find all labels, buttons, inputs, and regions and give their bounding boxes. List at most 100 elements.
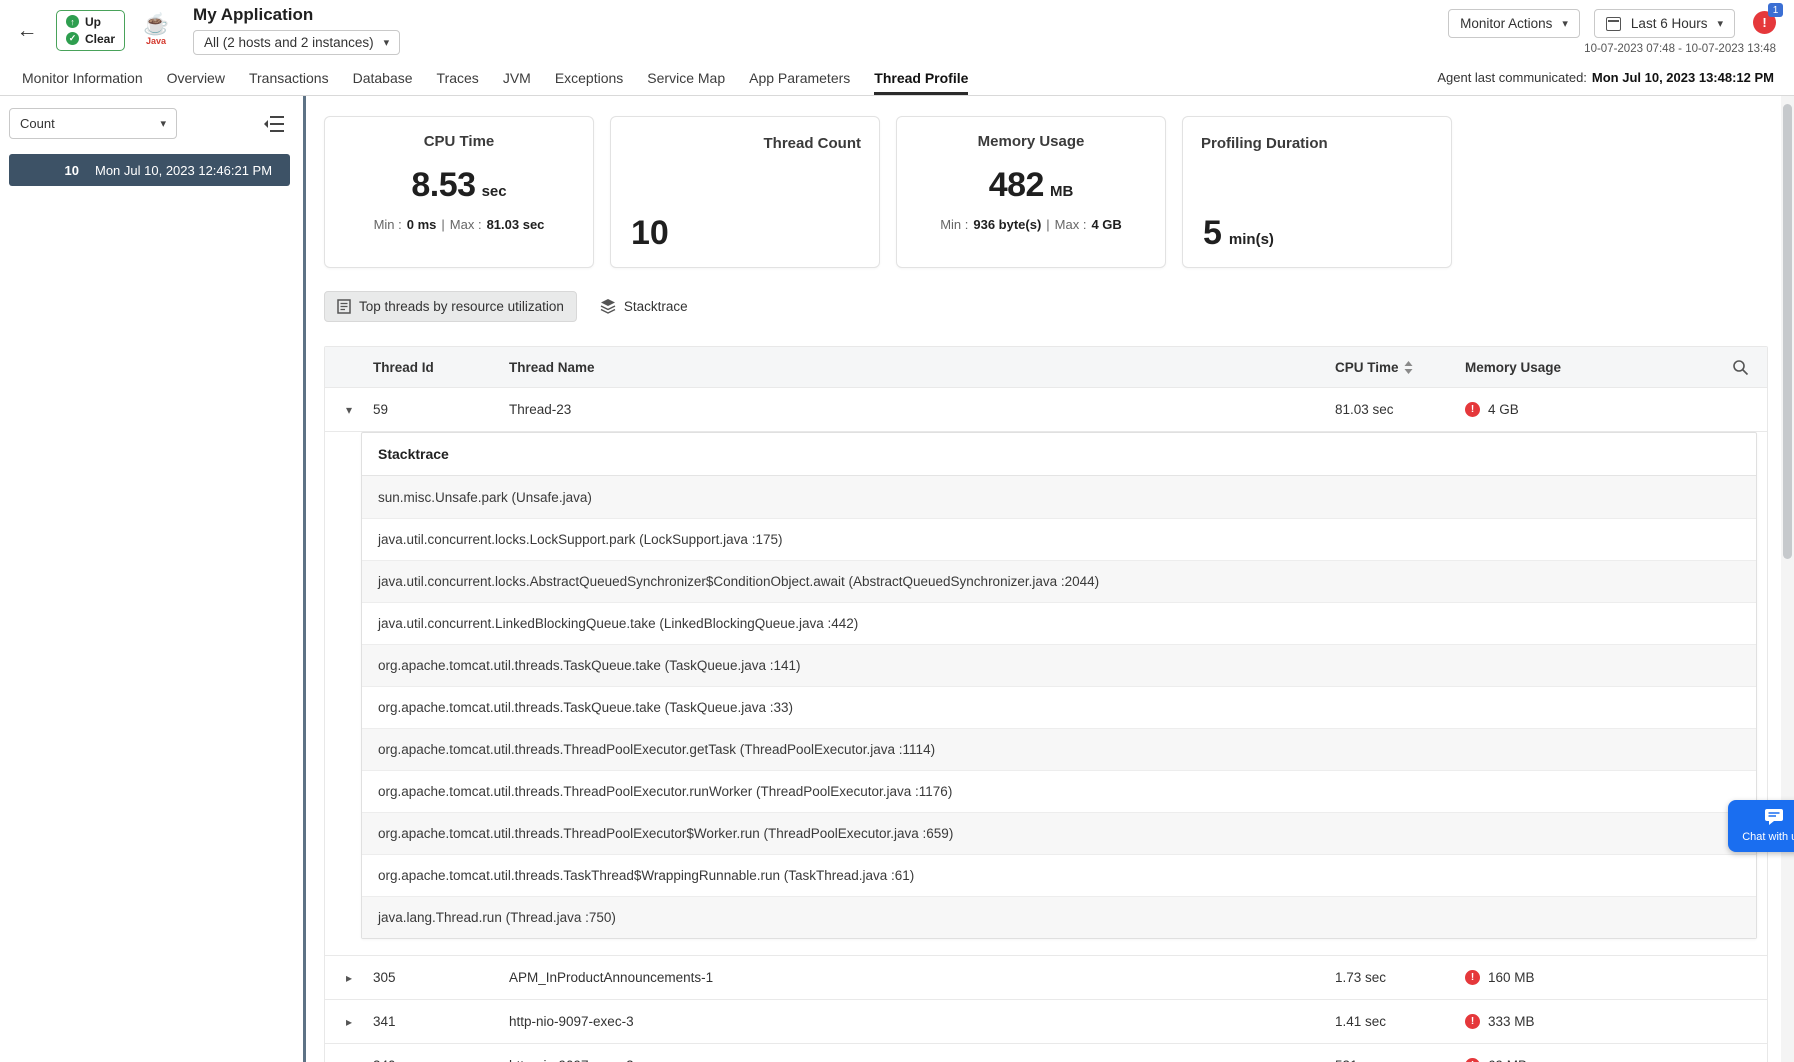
stacktrace-toggle-label: Stacktrace <box>623 298 688 314</box>
stacktrace-title: Stacktrace <box>362 433 1756 476</box>
thread-row-340[interactable]: ▸ 340 http-nio-9097-exec-2 531 ms ! 69 M… <box>325 1043 1767 1062</box>
memory-usage-card: Memory Usage 482 MB Min :936 byte(s) | M… <box>896 116 1166 268</box>
topbar: ← ↑ Up ✓ Clear ☕ Java My Application All… <box>0 0 1794 60</box>
thread-cpu-time: 1.73 sec <box>1335 970 1387 985</box>
stat-cards: CPU Time 8.53 sec Min :0 ms | Max :81.03… <box>324 116 1768 268</box>
stacktrace-toggle-button[interactable]: Stacktrace <box>587 290 701 322</box>
list-icon <box>337 298 351 314</box>
monitor-actions-dropdown[interactable]: Monitor Actions ▾ <box>1448 9 1580 38</box>
chevron-down-icon: ▾ <box>160 118 166 130</box>
cpu-time-card: CPU Time 8.53 sec Min :0 ms | Max :81.03… <box>324 116 594 268</box>
stack-frame: java.lang.Thread.run (Thread.java :750) <box>362 896 1756 938</box>
thread-cpu-time: 81.03 sec <box>1335 402 1394 417</box>
time-range-dropdown[interactable]: Last 6 Hours ▾ <box>1593 9 1735 38</box>
profiling-duration-unit: min(s) <box>1228 231 1274 248</box>
page-scrollbar-track[interactable] <box>1781 96 1794 1062</box>
stack-frame: org.apache.tomcat.util.threads.ThreadPoo… <box>362 728 1756 770</box>
thread-row-59[interactable]: ▾ 59 Thread-23 81.03 sec ! 4 GB <box>325 387 1767 431</box>
sort-icon[interactable] <box>1404 360 1413 374</box>
stack-frame: org.apache.tomcat.util.threads.TaskQueue… <box>362 644 1756 686</box>
topbar-right: Monitor Actions ▾ Last 6 Hours ▾ ! 1 10-… <box>1448 3 1783 55</box>
main-content: CPU Time 8.53 sec Min :0 ms | Max :81.03… <box>306 96 1794 1062</box>
collapse-sidebar-icon[interactable] <box>261 113 287 135</box>
profile-snapshot-item[interactable]: 10 Mon Jul 10, 2023 12:46:21 PM <box>9 154 290 186</box>
alerts-control: ! 1 <box>1753 3 1783 34</box>
search-icon[interactable] <box>1732 359 1749 376</box>
content: Count ▾ 10 Mon Jul 10, 2023 12:46:21 PM … <box>0 96 1794 1062</box>
stack-frame: java.util.concurrent.LinkedBlockingQueue… <box>362 602 1756 644</box>
time-range-value: Last 6 Hours <box>1630 16 1708 31</box>
memory-usage-value: 482 <box>988 166 1045 204</box>
expand-row-icon[interactable]: ▸ <box>325 1059 373 1062</box>
status-clear: ✓ Clear <box>66 32 115 46</box>
stack-frame: sun.misc.Unsafe.park (Unsafe.java) <box>362 476 1756 518</box>
cpu-time-value: 8.53 <box>411 166 476 204</box>
back-button[interactable]: ← <box>10 13 44 47</box>
top-threads-toggle-button[interactable]: Top threads by resource utilization <box>324 290 577 322</box>
profiling-duration-value: 5 <box>1203 214 1222 252</box>
top-threads-toggle-label: Top threads by resource utilization <box>359 298 564 314</box>
col-memory-usage: Memory Usage <box>1465 359 1562 375</box>
thread-count-value: 10 <box>631 214 669 252</box>
col-thread-id: Thread Id <box>373 359 434 375</box>
thread-memory: ! 4 GB <box>1465 402 1715 417</box>
cpu-time-title: CPU Time <box>423 133 495 150</box>
warning-icon: ! <box>1465 1014 1480 1029</box>
hosts-instances-value: All (2 hosts and 2 instances) <box>204 35 374 50</box>
thread-row-341[interactable]: ▸ 341 http-nio-9097-exec-3 1.41 sec ! 33… <box>325 999 1767 1043</box>
thread-name: APM_InProductAnnouncements-1 <box>509 970 714 985</box>
cpu-time-minmax: Min :0 ms | Max :81.03 sec <box>373 217 545 232</box>
sort-by-count-dropdown[interactable]: Count ▾ <box>9 108 177 139</box>
profiling-duration-card: Profiling Duration 5 min(s) <box>1182 116 1452 268</box>
chevron-down-icon: ▾ <box>1717 18 1723 30</box>
tab-transactions[interactable]: Transactions <box>249 60 329 95</box>
stacktrace-panel: Stacktrace sun.misc.Unsafe.park (Unsafe.… <box>361 432 1757 939</box>
stack-frame: org.apache.tomcat.util.threads.TaskQueue… <box>362 686 1756 728</box>
snapshot-timestamp: Mon Jul 10, 2023 12:46:21 PM <box>95 162 273 178</box>
stack-frame: org.apache.tomcat.util.threads.ThreadPoo… <box>362 770 1756 812</box>
tab-overview[interactable]: Overview <box>167 60 225 95</box>
status-up-icon: ↑ <box>66 15 79 28</box>
warning-icon: ! <box>1465 1058 1480 1062</box>
col-cpu-time[interactable]: CPU Time <box>1335 360 1465 375</box>
time-range-dates: 10-07-2023 07:48 - 10-07-2023 13:48 <box>1584 43 1776 55</box>
thread-table: Thread Id Thread Name CPU Time Memory Us… <box>324 346 1768 1062</box>
calendar-icon <box>1605 16 1621 31</box>
page-title: My Application <box>193 5 314 24</box>
tab-exceptions[interactable]: Exceptions <box>555 60 623 95</box>
status-clear-icon: ✓ <box>66 32 79 45</box>
expand-row-icon[interactable]: ▸ <box>325 1015 373 1029</box>
expand-row-icon[interactable]: ▸ <box>325 971 373 985</box>
tab-bar: Monitor Information Overview Transaction… <box>0 60 1794 96</box>
monitor-actions-label: Monitor Actions <box>1460 16 1553 31</box>
java-label: Java <box>146 36 167 46</box>
thread-name: Thread-23 <box>509 402 572 417</box>
tab-service-map[interactable]: Service Map <box>647 60 725 95</box>
tab-traces[interactable]: Traces <box>437 60 479 95</box>
agent-last-value: Mon Jul 10, 2023 13:48:12 PM <box>1591 70 1774 85</box>
warning-icon: ! <box>1465 402 1480 417</box>
agent-last-communicated: Agent last communicated: Mon Jul 10, 202… <box>1437 60 1774 95</box>
thread-cpu-time: 531 ms <box>1335 1058 1465 1062</box>
thread-count-title: Thread Count <box>763 135 862 152</box>
memory-usage-title: Memory Usage <box>977 133 1085 150</box>
thread-id: 59 <box>373 402 389 417</box>
thread-row-305[interactable]: ▸ 305 APM_InProductAnnouncements-1 1.73 … <box>325 955 1767 999</box>
tab-database[interactable]: Database <box>353 60 413 95</box>
hosts-instances-dropdown[interactable]: All (2 hosts and 2 instances) ▾ <box>193 30 401 55</box>
thread-cpu-time: 1.41 sec <box>1335 1014 1387 1029</box>
java-monitor-type: ☕ Java <box>137 14 175 46</box>
stack-frame: org.apache.tomcat.util.threads.ThreadPoo… <box>362 812 1756 854</box>
sort-by-count-value: Count <box>20 116 55 131</box>
memory-usage-unit: MB <box>1049 183 1074 200</box>
tab-app-parameters[interactable]: App Parameters <box>749 60 850 95</box>
chat-label: Chat with us! <box>1742 831 1794 843</box>
tab-jvm[interactable]: JVM <box>503 60 531 95</box>
page-scrollbar-thumb[interactable] <box>1783 104 1792 559</box>
tab-thread-profile[interactable]: Thread Profile <box>874 60 969 95</box>
chat-widget[interactable]: Chat with us! <box>1728 800 1794 853</box>
tab-monitor-information[interactable]: Monitor Information <box>22 60 143 95</box>
collapse-row-icon[interactable]: ▾ <box>325 403 373 417</box>
status-up-label: Up <box>85 14 101 29</box>
thread-id: 341 <box>373 1014 396 1029</box>
